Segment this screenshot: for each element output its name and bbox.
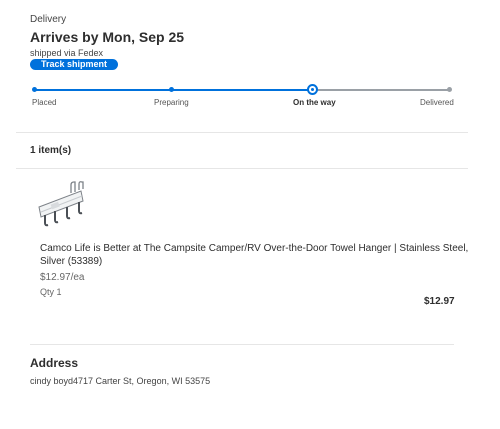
- step-dot-placed: [32, 87, 37, 92]
- track-shipment-button[interactable]: Track shipment: [30, 59, 118, 70]
- shipped-via-text: shipped via Fedex: [30, 48, 104, 58]
- items-count: 1 item(s): [30, 145, 72, 156]
- stage-label-preparing: Preparing: [154, 98, 189, 107]
- product-unit-price: $12.97/ea: [40, 272, 85, 283]
- product-total-price: $12.97: [424, 296, 455, 307]
- divider: [30, 344, 454, 345]
- divider: [16, 168, 468, 169]
- stage-label-delivered: Delivered: [420, 98, 454, 107]
- towel-hanger-image[interactable]: [37, 181, 97, 227]
- step-dot-on-the-way: [307, 84, 318, 95]
- stage-label-placed: Placed: [32, 98, 57, 107]
- delivery-label: Delivery: [30, 14, 67, 25]
- towel-hanger-icon: [38, 181, 84, 227]
- stage-label-on-the-way: On the way: [293, 98, 336, 107]
- step-dot-preparing: [169, 87, 174, 92]
- arrival-title: Arrives by Mon, Sep 25: [30, 29, 185, 45]
- product-title[interactable]: Camco Life is Better at The Campsite Cam…: [40, 242, 470, 268]
- divider: [16, 132, 468, 133]
- address-title: Address: [30, 356, 79, 370]
- address-text: cindy boyd4717 Carter St, Oregon, WI 535…: [30, 376, 211, 386]
- step-dot-delivered: [447, 87, 452, 92]
- product-quantity: Qty 1: [40, 287, 62, 297]
